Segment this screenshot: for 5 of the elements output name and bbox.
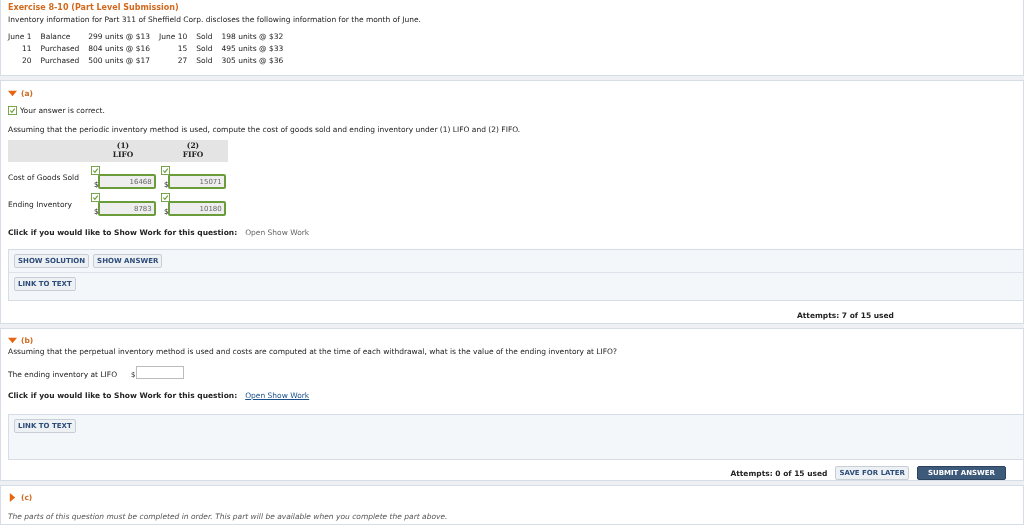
answer-field[interactable] bbox=[135, 366, 184, 379]
exercise-title: Exercise 8-10 (Part Level Submission) bbox=[8, 3, 180, 12]
caret-down-icon[interactable] bbox=[8, 89, 17, 98]
caret-right-icon[interactable] bbox=[8, 493, 17, 502]
caret-down-icon[interactable] bbox=[8, 336, 17, 345]
